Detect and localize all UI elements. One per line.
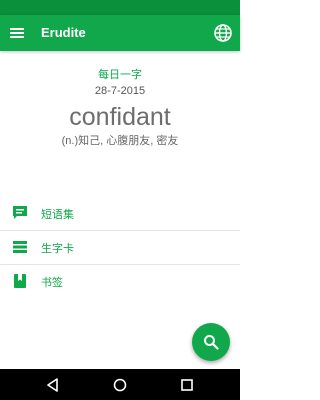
square-recent-icon[interactable] (179, 377, 195, 393)
circle-home-icon[interactable] (112, 377, 128, 393)
word-of-the-day-word[interactable]: confidant (0, 102, 240, 132)
menu-item-bookmarks[interactable]: 书签 (0, 264, 240, 298)
word-of-the-day-date: 28-7-2015 (94, 85, 146, 97)
app-bar: Erudite (0, 15, 240, 51)
menu-item-flashcards[interactable]: 生字卡 (0, 230, 240, 264)
word-of-the-day-definition: (n.)知己, 心腹朋友, 密友 (61, 135, 179, 147)
app-title: Erudite (41, 25, 86, 40)
bookmark-icon (12, 273, 28, 289)
triangle-back-icon[interactable] (45, 377, 61, 393)
menu-item-label: 短语集 (41, 209, 74, 221)
search-icon (204, 335, 219, 350)
search-button[interactable] (192, 323, 230, 361)
status-bar (0, 0, 240, 15)
globe-icon[interactable] (211, 21, 235, 45)
list-card-icon (12, 239, 28, 255)
word-of-the-day-heading: 每日一字 (98, 69, 142, 81)
word-of-the-day: 每日一字 28-7-2015 confidant (n.)知己, 心腹朋友, 密… (0, 68, 240, 148)
chat-bubble-icon (12, 205, 28, 221)
menu-item-label: 书签 (41, 277, 63, 289)
menu-item-label: 生字卡 (41, 243, 74, 255)
menu-item-phrasebook[interactable]: 短语集 (0, 196, 240, 230)
hamburger-menu-icon[interactable] (10, 26, 24, 40)
navigation-bar (0, 369, 240, 400)
menu-list: 短语集 生字卡 书签 (0, 196, 240, 298)
